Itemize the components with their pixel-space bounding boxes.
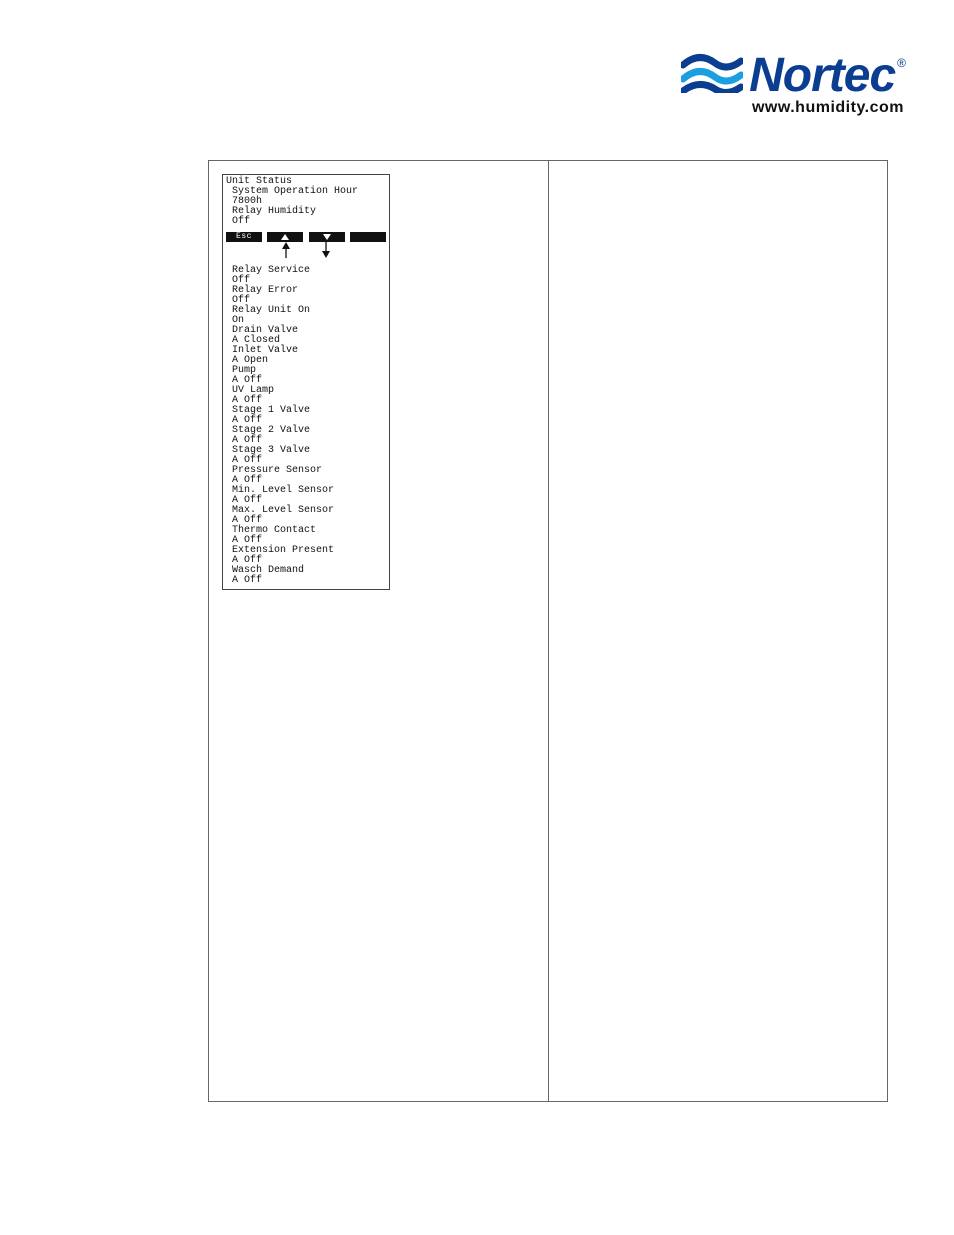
lcd-header-lines: Unit Status System Operation Hour 7800h … <box>226 177 386 227</box>
lcd-line: Relay Unit On <box>226 306 386 316</box>
lcd-line: Relay Error <box>226 286 386 296</box>
scroll-down-arrow-icon <box>321 242 331 258</box>
lcd-status-list: Relay Service Off Relay Error Off Relay … <box>226 266 386 586</box>
arrow-down-icon <box>323 234 331 240</box>
column-right <box>548 160 889 1102</box>
lcd-line: A Off <box>226 576 386 586</box>
lcd-line: Relay Humidity <box>226 207 386 217</box>
up-button[interactable] <box>267 232 303 242</box>
brand-url: www.humidity.com <box>681 99 904 117</box>
esc-button[interactable]: Esc <box>226 232 262 242</box>
blank-button[interactable] <box>350 232 386 242</box>
lcd-screen: Unit Status System Operation Hour 7800h … <box>222 174 390 590</box>
brand-name-text: Nortec <box>749 49 895 102</box>
scroll-up-arrow-icon <box>281 242 291 258</box>
waves-icon <box>681 53 743 98</box>
lcd-line: Relay Service <box>226 266 386 276</box>
page: Nortec® www.humidity.com Unit Status Sys… <box>0 0 954 1235</box>
down-button[interactable] <box>309 232 345 242</box>
lcd-button-row: Esc <box>226 232 386 242</box>
column-left: Unit Status System Operation Hour 7800h … <box>208 160 548 1102</box>
registered-mark: ® <box>897 56 906 70</box>
esc-button-label: Esc <box>236 232 252 242</box>
scroll-arrow-indicators <box>226 242 386 260</box>
brand-logo-row: Nortec® <box>681 48 904 103</box>
brand-name: Nortec® <box>749 48 904 103</box>
arrow-up-icon <box>281 234 289 240</box>
two-column-frame: Unit Status System Operation Hour 7800h … <box>208 160 888 1102</box>
brand-logo: Nortec® www.humidity.com <box>681 48 904 117</box>
lcd-line: Off <box>226 217 386 227</box>
